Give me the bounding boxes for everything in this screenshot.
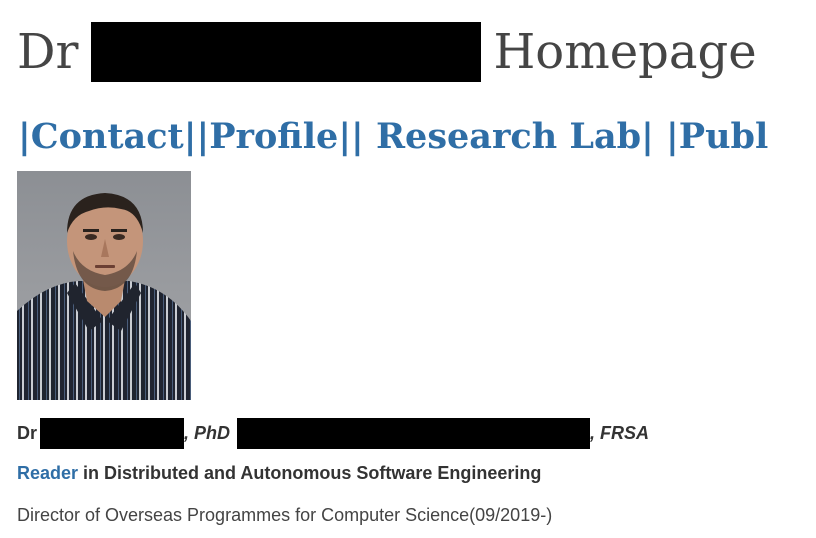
nav-separator: | — [641, 116, 654, 157]
page: Dr Homepage |Contact||Profile|| Research… — [0, 0, 816, 538]
redacted-name-block — [91, 22, 482, 82]
redacted-affiliation-block — [237, 417, 591, 449]
bio-role-text: in Distributed and Autonomous Software E… — [78, 462, 542, 483]
nav-bar: |Contact||Profile|| Research Lab| |Publ — [18, 112, 816, 162]
bio-fellowship: , FRSA — [590, 422, 650, 443]
nav-link-profile[interactable]: Profile — [209, 116, 338, 157]
nav-separator: | — [183, 116, 197, 157]
nav-link-research-lab[interactable]: Research Lab — [364, 116, 641, 157]
bio-role-line: Reader in Distributed and Autonomous Sof… — [17, 460, 541, 486]
bio-name-line: Dr , PhD , FRSA — [17, 417, 649, 449]
nav-separator: | — [338, 116, 352, 157]
bio-credentials: , PhD — [184, 422, 231, 443]
bio-position-line: Director of Overseas Programmes for Comp… — [17, 504, 553, 525]
nav-link-publications[interactable]: Publ — [679, 116, 769, 157]
nav-separator: | — [18, 116, 31, 157]
nav-separator: | — [666, 116, 679, 157]
title-prefix: Dr — [17, 24, 79, 80]
profile-photo — [17, 171, 191, 400]
page-title: Dr Homepage — [17, 22, 757, 82]
nav-separator: | — [351, 116, 364, 157]
reader-link[interactable]: Reader — [17, 463, 78, 484]
title-suffix: Homepage — [493, 24, 757, 80]
redacted-name-block — [40, 417, 185, 449]
nav-link-contact[interactable]: Contact — [31, 116, 184, 157]
nav-separator: | — [196, 116, 210, 157]
bio-name-prefix: Dr — [17, 422, 38, 443]
